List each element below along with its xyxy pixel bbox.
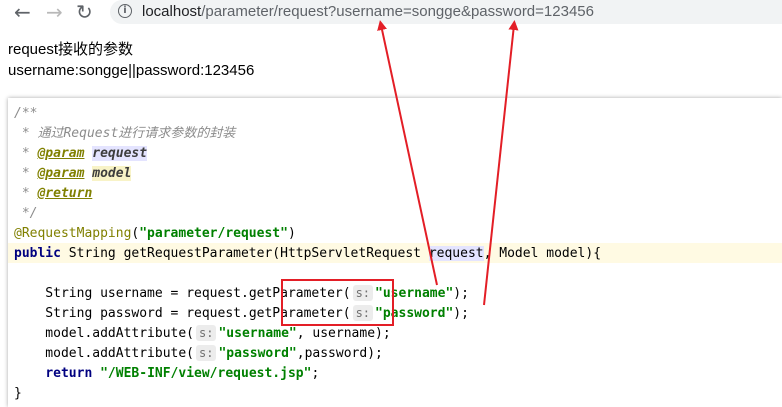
site-info-icon[interactable]: i — [118, 4, 132, 18]
reload-icon[interactable]: ↻ — [76, 2, 93, 22]
url-text[interactable]: localhost/parameter/request?username=son… — [142, 3, 594, 21]
code-line-3: * @param request — [14, 146, 148, 161]
code-line-11: model.addAttribute(s: "username", usernam… — [14, 325, 391, 341]
code-screenshot: /** * 通过Request进行请求参数的封装 * @param reques… — [8, 98, 782, 407]
code-line-5: * @return — [14, 186, 93, 201]
code-line-7: @RequestMapping("parameter/request") — [14, 226, 296, 241]
code-line-9: String username = request.getParameter(s… — [14, 285, 469, 301]
code-line-2: * 通过Request进行请求参数的封装 — [14, 126, 236, 141]
highlight-box-getparameter — [281, 279, 394, 326]
code-line-12: model.addAttribute(s: "password",password… — [14, 345, 383, 361]
response-heading: request接收的参数 — [8, 41, 134, 58]
code-line-8: public String getRequestParameter(HttpSe… — [14, 246, 602, 261]
address-bar[interactable]: i localhost/parameter/request?username=s… — [110, 0, 782, 24]
response-values: username:songge||password:123456 — [8, 62, 255, 79]
forward-arrow-icon[interactable]: → — [46, 2, 63, 22]
code-line-10: String password = request.getParameter(s… — [14, 305, 469, 321]
url-path: /parameter/request?username=songge&passw… — [201, 3, 594, 20]
browser-toolbar: ← → ↻ i localhost/parameter/request?user… — [0, 0, 782, 26]
url-host: localhost — [142, 3, 202, 20]
code-line-1: /** — [14, 106, 38, 121]
code-line-14: } — [14, 386, 22, 401]
code-line-4: * @param model — [14, 166, 132, 181]
code-line-6: */ — [14, 206, 38, 221]
back-arrow-icon[interactable]: ← — [14, 2, 31, 22]
code-line-13: return "/WEB-INF/view/request.jsp"; — [45, 366, 320, 381]
